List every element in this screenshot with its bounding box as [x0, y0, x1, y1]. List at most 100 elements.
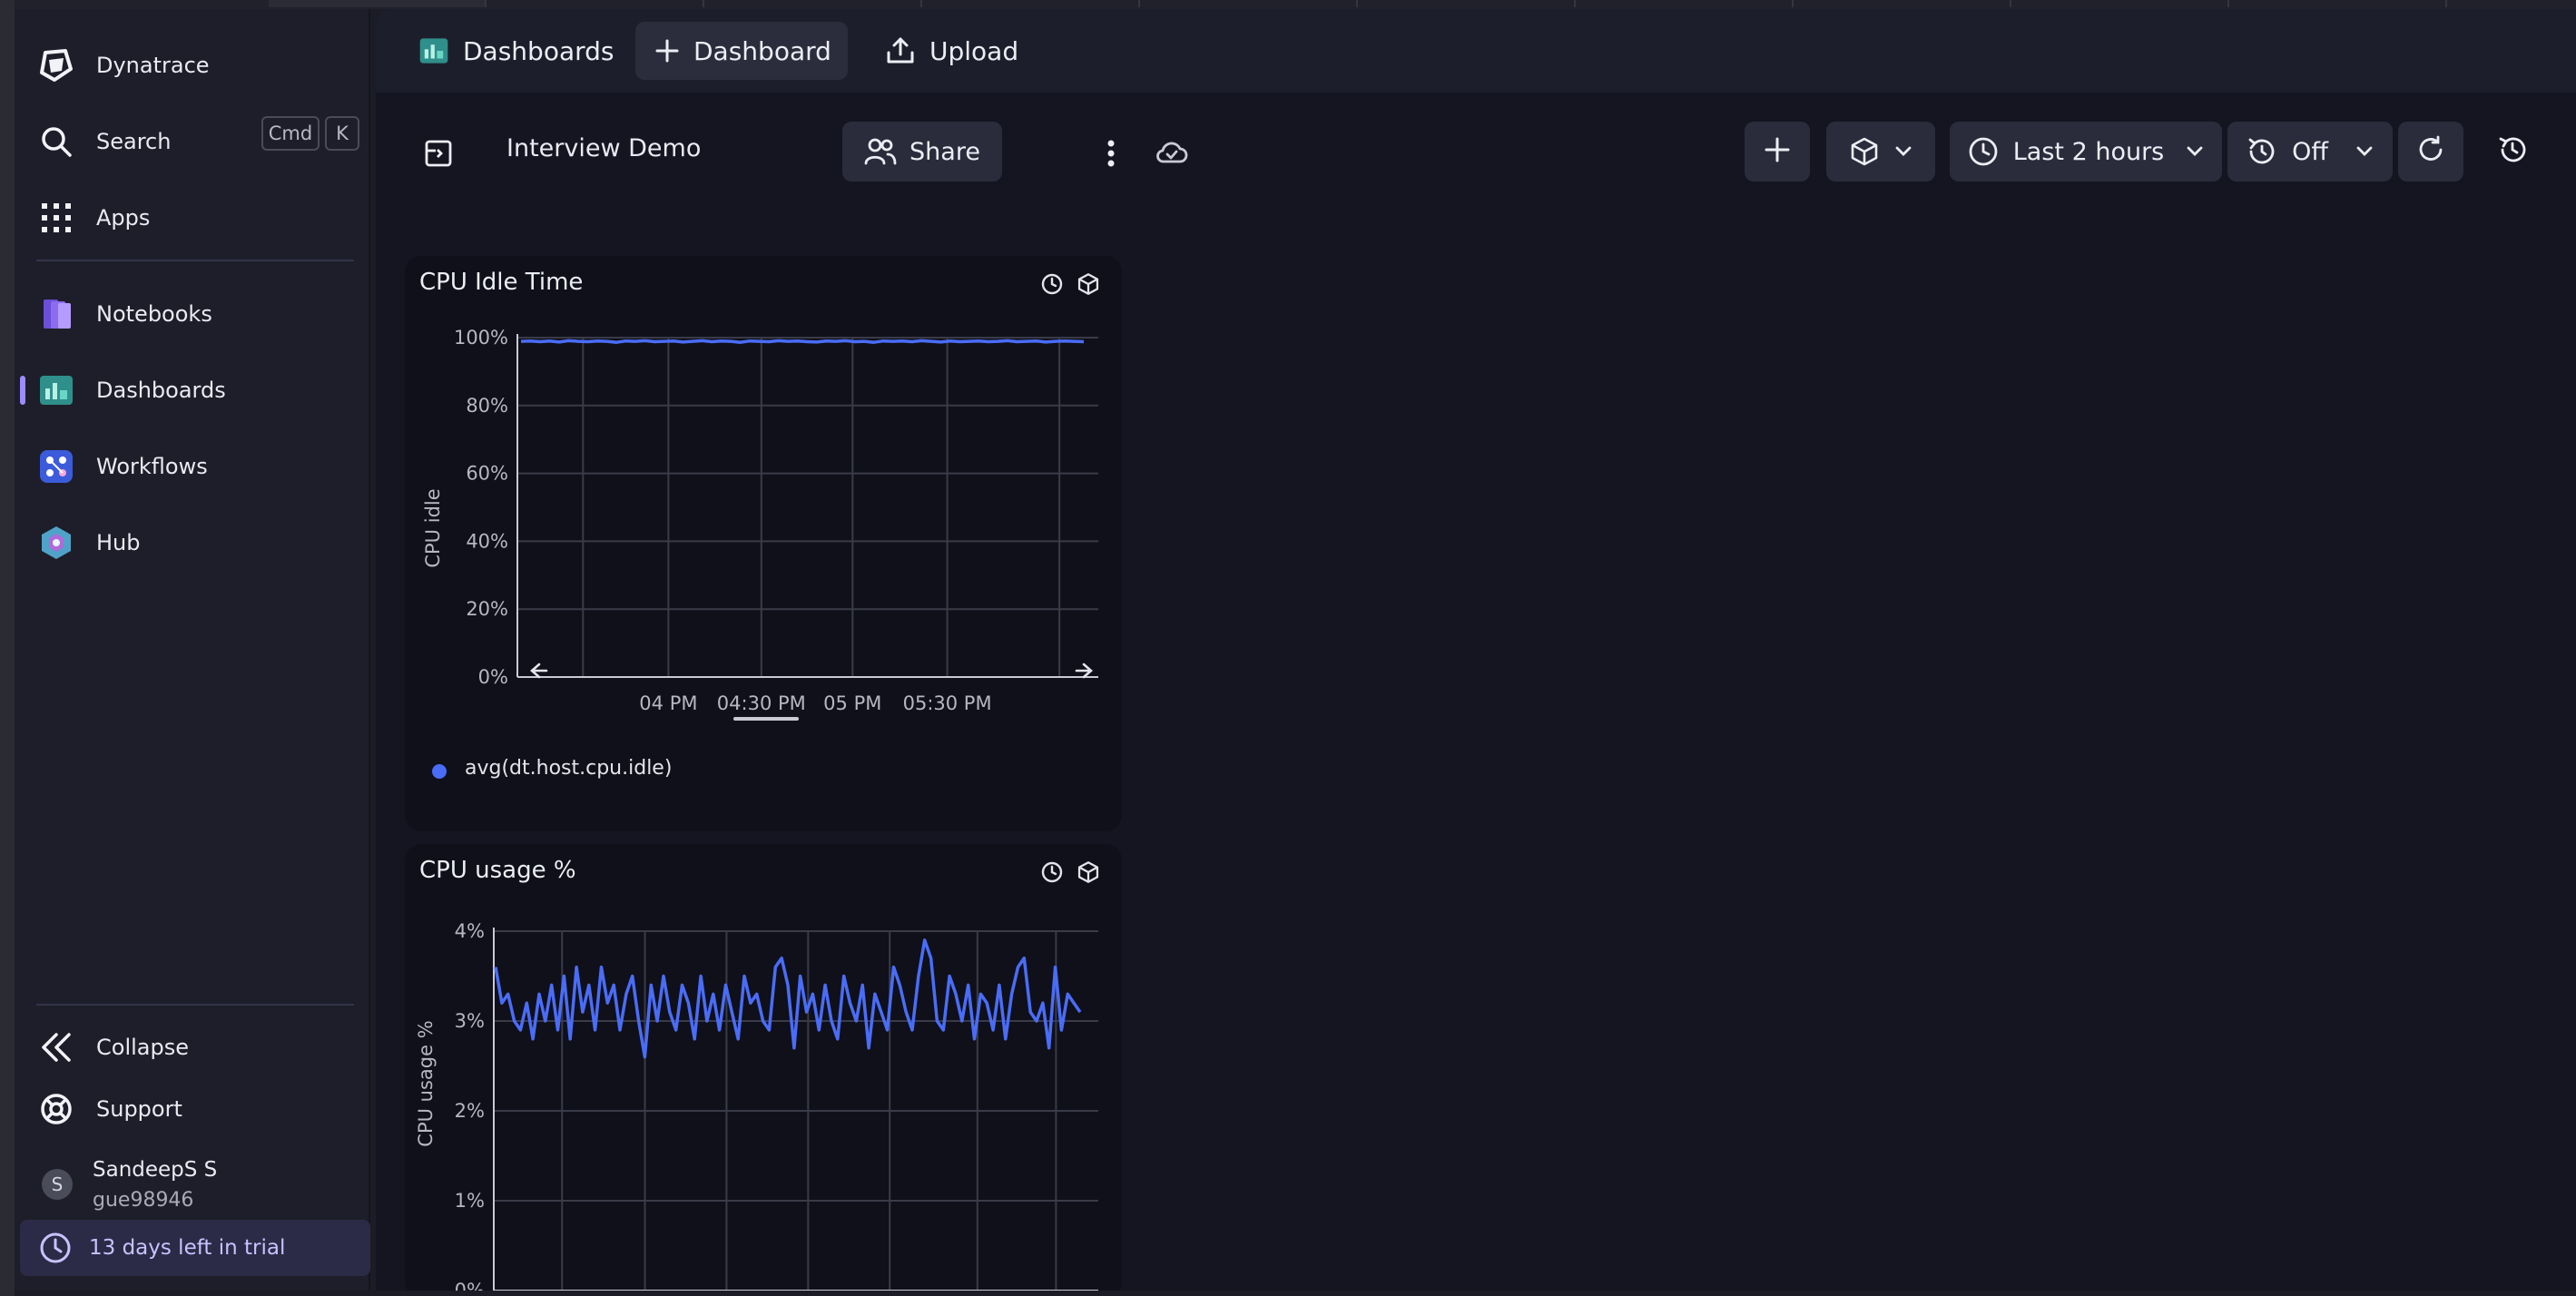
tab-dashboards[interactable]: Dashboards [399, 22, 633, 80]
refresh-button[interactable] [2398, 122, 2463, 182]
tile-title: CPU usage % [419, 857, 576, 884]
dashboards-icon [27, 361, 85, 419]
sidebar-item-label: Dashboards [96, 378, 226, 403]
y-tick-label: 100% [454, 327, 508, 349]
y-tick-label: 1% [455, 1190, 485, 1212]
legend-entry[interactable]: avg(dt.host.cpu.idle) [465, 757, 672, 780]
y-tick-label: 0% [455, 1280, 485, 1291]
cloud-save-status[interactable] [1149, 133, 1195, 178]
y-tick-label: 4% [455, 920, 485, 942]
tile-cpu-idle-time[interactable]: CPU Idle Time CPU idle 0% 20% 40% 60% 80% 100… [405, 256, 1122, 831]
auto-refresh-selector[interactable]: Off [2227, 122, 2393, 182]
chevron-down-icon [1894, 145, 1912, 158]
plus-icon [654, 34, 681, 67]
dynatrace-logo-icon [27, 36, 85, 94]
support-button[interactable]: Support [27, 1080, 358, 1138]
y-axis-label: CPU usage % [415, 1020, 437, 1146]
y-axis-label: CPU idle [422, 488, 444, 567]
upload-icon [884, 34, 917, 67]
support-label: Support [96, 1096, 182, 1122]
auto-refresh-label: Off [2292, 137, 2328, 166]
search-label: Search [96, 129, 172, 154]
cube-icon [1849, 136, 1880, 167]
more-options-button[interactable] [1093, 133, 1129, 178]
shortcut-k-key: K [325, 116, 359, 151]
scroll-left-arrow-icon[interactable] [530, 663, 548, 679]
brand-home-link[interactable]: Dynatrace [27, 36, 358, 94]
app-tab-bar: Dashboards Dashboard Upload [376, 9, 2576, 93]
window-top-strip [0, 0, 2576, 9]
tab-label: Dashboard [693, 35, 831, 66]
y-tick-label: 80% [466, 395, 508, 417]
timeframe-selector[interactable]: Last 2 hours [1950, 122, 2222, 182]
chart-scrollbar-thumb[interactable] [733, 717, 799, 721]
x-tick-label: 04 PM [639, 692, 697, 714]
desktop-edge [0, 0, 15, 1296]
series-line [520, 339, 1085, 344]
users-icon [864, 137, 897, 166]
search-icon [27, 113, 85, 171]
dashboards-icon [418, 34, 450, 67]
sidebar-panel-icon [424, 139, 453, 172]
x-tick-label: 05 PM [823, 692, 881, 714]
sidebar-divider [36, 260, 354, 261]
main-content: Dashboards Dashboard Upload Interview De… [376, 9, 2576, 1291]
tile-cpu-usage[interactable]: CPU usage % CPU usage % 0% 1% 2% 3% 4% [405, 844, 1122, 1291]
y-tick-label: 2% [455, 1100, 485, 1122]
sidebar-item-label: Workflows [96, 454, 208, 479]
apps-label: Apps [96, 205, 151, 231]
y-tick-label: 60% [466, 463, 508, 485]
cpu-usage-chart[interactable]: CPU usage % 0% 1% 2% 3% 4% [405, 898, 1122, 1291]
kebab-menu-icon [1106, 139, 1116, 172]
clock-icon [1968, 136, 1999, 167]
sidebar-item-dashboards[interactable]: Dashboards [20, 361, 358, 419]
trial-label: 13 days left in trial [89, 1236, 286, 1260]
scroll-right-arrow-icon[interactable] [1075, 663, 1093, 679]
apps-button[interactable]: Apps [27, 189, 358, 247]
apps-grid-icon [27, 189, 85, 247]
y-tick-label: 40% [466, 530, 508, 552]
clock-icon[interactable] [1038, 859, 1066, 886]
dashboard-title[interactable]: Interview Demo [506, 134, 701, 162]
refresh-clock-icon [2247, 136, 2277, 167]
cpu-idle-chart[interactable]: CPU idle 0% 20% 40% 60% 80% 100% 04 PM 04:30 PM… [405, 310, 1122, 819]
y-tick-label: 0% [478, 666, 508, 688]
brand-name: Dynatrace [96, 53, 210, 78]
cube-icon[interactable] [1075, 859, 1102, 886]
shortcut-cmd-key: Cmd [261, 116, 320, 151]
series-line [494, 938, 1082, 1059]
sidebar-item-hub[interactable]: Hub [27, 514, 358, 572]
tab-new-dashboard[interactable]: Dashboard [635, 22, 848, 80]
y-tick-label: 20% [466, 598, 508, 620]
trial-banner[interactable]: 13 days left in trial [20, 1220, 370, 1276]
sidebar-bottom-divider [36, 1004, 354, 1006]
history-icon [2497, 134, 2528, 169]
sidebar-item-notebooks[interactable]: Notebooks [27, 285, 358, 343]
sidebar: Dynatrace Search Cmd K Apps Notebooks Da… [15, 9, 370, 1291]
sidebar-item-workflows[interactable]: Workflows [27, 437, 358, 496]
clock-icon[interactable] [1038, 270, 1066, 298]
collapse-button[interactable]: Collapse [27, 1018, 358, 1076]
share-label: Share [909, 137, 980, 166]
share-button[interactable]: Share [842, 122, 1002, 182]
toggle-panel-button[interactable] [416, 133, 461, 178]
cube-icon[interactable] [1075, 270, 1102, 298]
x-tick-label: 05:30 PM [903, 692, 992, 714]
sidebar-item-label: Hub [96, 530, 141, 555]
chevron-down-icon [2355, 145, 2374, 158]
lifebuoy-icon [27, 1080, 85, 1138]
tab-label: Upload [929, 35, 1019, 66]
x-tick-label: 04:30 PM [717, 692, 806, 714]
tab-label: Dashboards [463, 35, 615, 66]
y-tick-label: 3% [455, 1010, 485, 1032]
tab-upload[interactable]: Upload [866, 22, 1037, 80]
segments-dropdown[interactable] [1826, 122, 1935, 182]
collapse-label: Collapse [96, 1035, 189, 1060]
cloud-check-icon [1155, 140, 1188, 171]
add-tile-button[interactable] [1745, 122, 1810, 182]
plus-icon [1763, 135, 1792, 168]
avatar[interactable]: S [42, 1169, 73, 1200]
version-history-button[interactable] [2480, 122, 2545, 182]
timeframe-label: Last 2 hours [2012, 137, 2165, 166]
sidebar-item-label: Notebooks [96, 301, 212, 327]
